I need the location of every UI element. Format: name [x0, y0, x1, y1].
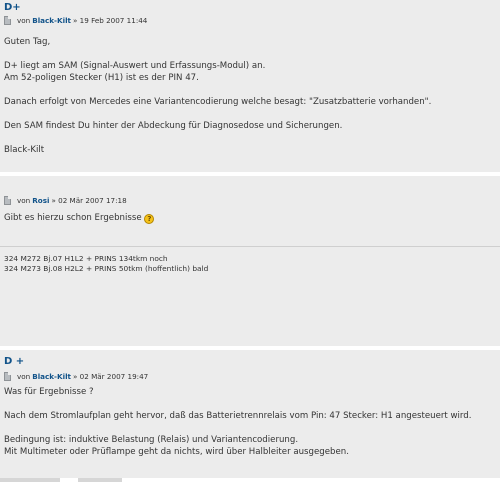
post-line: Guten Tag, [4, 37, 51, 47]
post-line: Was für Ergebnisse ? [4, 387, 94, 397]
von-label: von [17, 371, 31, 381]
post-body: Gibt es hierzu schon Ergebnisse ? [4, 212, 496, 224]
post-title[interactable]: D+ [4, 2, 21, 13]
von-label: von [17, 195, 31, 205]
post-icon[interactable] [4, 15, 11, 25]
footer-edge [78, 478, 122, 482]
post-date: » 19 Feb 2007 11:44 [72, 15, 148, 25]
post-line: Bedingung ist: induktive Belastung (Rela… [4, 435, 299, 445]
post-3: D + von Black-Kilt » 02 Mär 2007 19:47 W… [0, 350, 500, 478]
confused-smiley-icon: ? [144, 214, 155, 224]
post-date: » 02 Mär 2007 17:18 [51, 195, 127, 205]
post-line: Nach dem Stromlaufplan geht hervor, daß … [4, 411, 472, 421]
author-link[interactable]: Rosi [32, 196, 49, 205]
footer-edge [0, 478, 60, 482]
post-body: Was für Ergebnisse ? Nach dem Stromlaufp… [4, 386, 496, 458]
signature-line: 324 M272 Bj.07 H1L2 + PRINS 134tkm noch [4, 254, 168, 263]
post-icon[interactable] [4, 371, 11, 381]
post-signature-name: Black-Kilt [4, 145, 45, 155]
author-link[interactable]: Black-Kilt [32, 372, 71, 381]
post-signature: 324 M272 Bj.07 H1L2 + PRINS 134tkm noch … [4, 254, 496, 274]
post-line: D+ liegt am SAM (Signal-Auswert und Erfa… [4, 61, 266, 71]
post-icon[interactable] [4, 195, 11, 205]
post-1: D+ von Black-Kilt » 19 Feb 2007 11:44 Gu… [0, 0, 500, 172]
von-label: von [17, 15, 31, 25]
author-link[interactable]: Black-Kilt [32, 16, 71, 25]
signature-line: 324 M273 Bj.08 H2L2 + PRINS 50tkm (hoffe… [4, 264, 209, 273]
post-line: Mit Multimeter oder Prüflampe geht da ni… [4, 447, 349, 457]
post-line: Am 52-poligen Stecker (H1) ist es der PI… [4, 73, 199, 83]
post-title[interactable]: D + [4, 356, 24, 367]
post-2: von Rosi » 02 Mär 2007 17:18 Gibt es hie… [0, 176, 500, 346]
post-meta: von Black-Kilt » 02 Mär 2007 19:47 [4, 370, 148, 382]
post-meta: von Black-Kilt » 19 Feb 2007 11:44 [4, 14, 147, 26]
post-line: Gibt es hierzu schon Ergebnisse [4, 213, 142, 223]
post-line: Den SAM findest Du hinter der Abdeckung … [4, 121, 343, 131]
post-date: » 02 Mär 2007 19:47 [72, 371, 149, 381]
post-body: Guten Tag, D+ liegt am SAM (Signal-Auswe… [4, 36, 496, 156]
signature-divider [0, 246, 500, 247]
post-line: Danach erfolgt von Mercedes eine Variant… [4, 97, 432, 107]
post-meta: von Rosi » 02 Mär 2007 17:18 [4, 194, 127, 206]
